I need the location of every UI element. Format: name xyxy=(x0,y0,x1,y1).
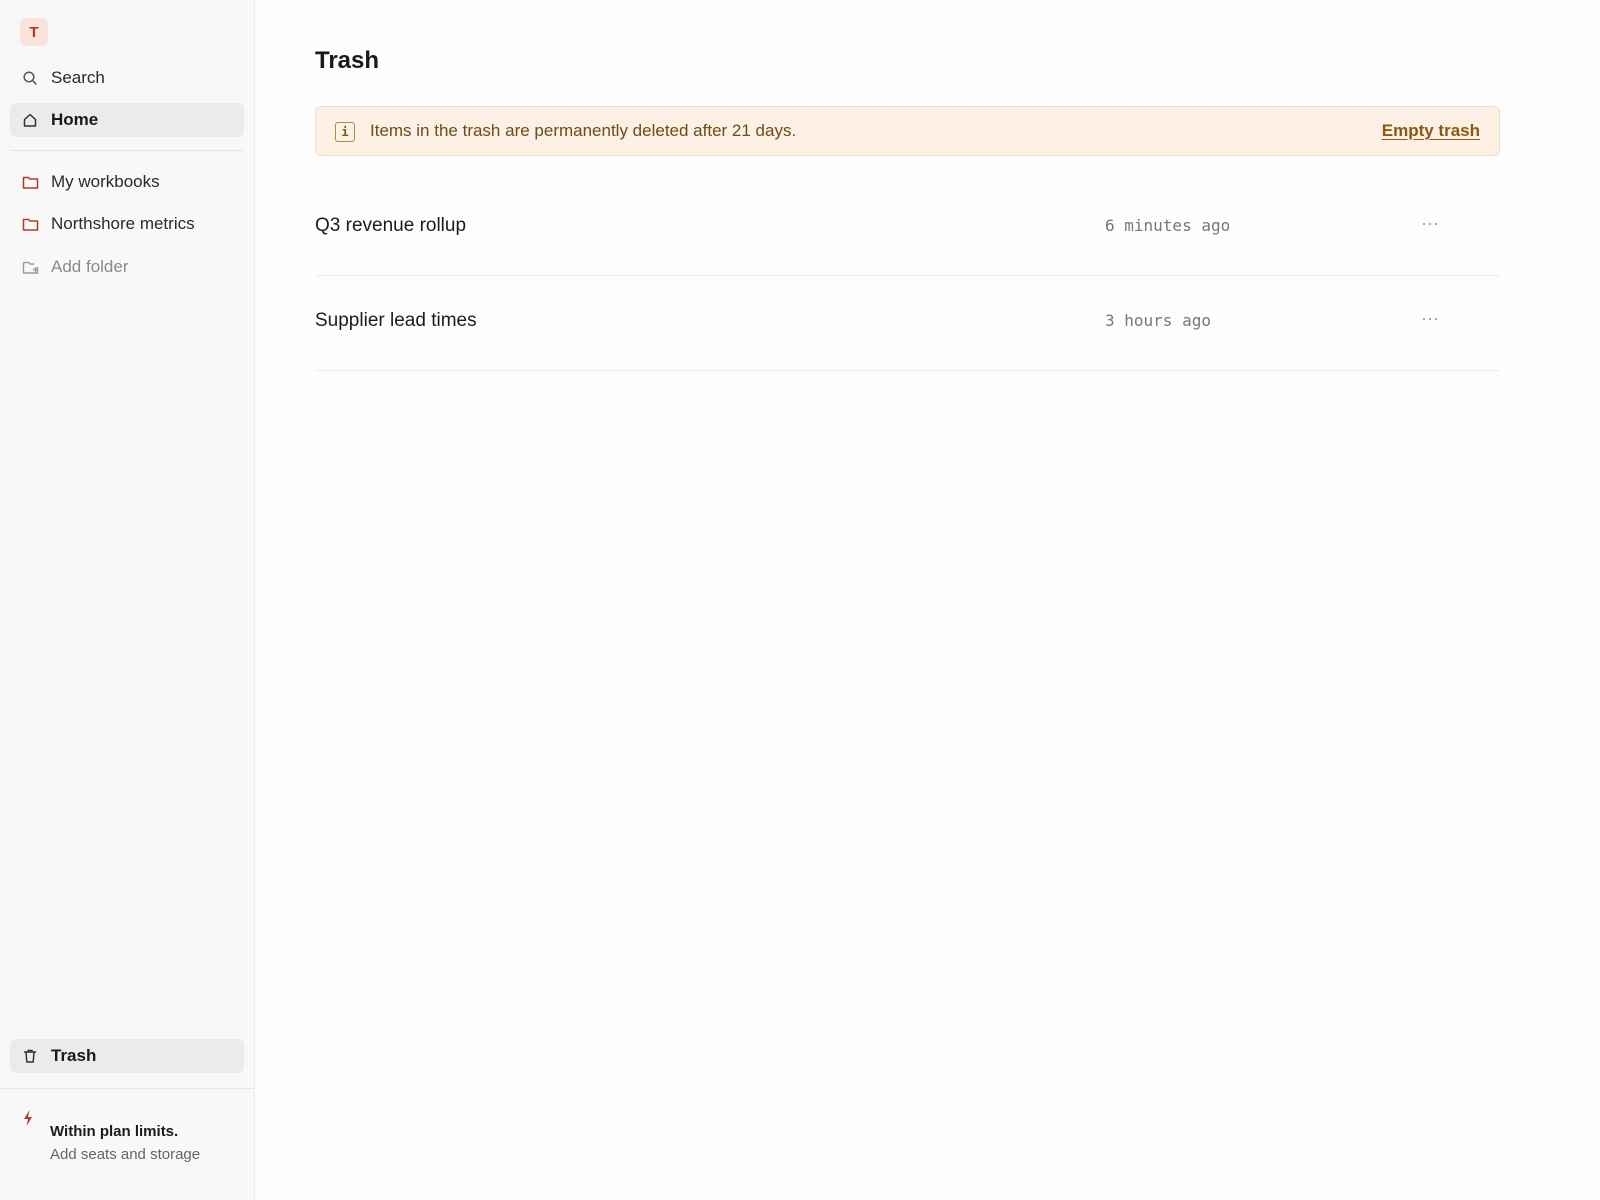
retention-notice-banner: i Items in the trash are permanently del… xyxy=(315,106,1500,156)
more-options-icon[interactable]: ··· xyxy=(1415,211,1445,241)
info-icon: i xyxy=(335,122,355,142)
more-options-icon[interactable]: ··· xyxy=(1415,306,1445,336)
folder-icon xyxy=(20,214,40,234)
item-name[interactable]: Q3 revenue rollup xyxy=(315,215,466,237)
banner-message: Items in the trash are permanently delet… xyxy=(370,121,797,140)
app-root: T Search Home My workbooks Northshore me… xyxy=(0,0,1600,1200)
sidebar-item-label: Home xyxy=(51,110,99,129)
sidebar-item-label: Search xyxy=(51,68,105,87)
add-folder-button[interactable]: Add folder xyxy=(10,250,244,284)
search-icon xyxy=(20,68,40,88)
table-row[interactable]: Supplier lead times 3 hours ago ··· xyxy=(315,276,1500,371)
item-deleted-time: 6 minutes ago xyxy=(1105,216,1231,235)
sidebar-item-label: Northshore metrics xyxy=(51,214,195,233)
sidebar-item-home[interactable]: Home xyxy=(10,103,244,137)
sidebar-divider xyxy=(10,150,244,151)
sidebar-item-search[interactable]: Search xyxy=(10,61,244,95)
plan-upgrade-link[interactable]: Add seats and storage xyxy=(50,1146,200,1163)
folder-plus-icon xyxy=(20,257,40,277)
sidebar: T Search Home My workbooks Northshore me… xyxy=(0,0,255,1200)
home-icon xyxy=(20,110,40,130)
plan-status-title: Within plan limits. xyxy=(50,1123,179,1140)
folder-icon xyxy=(20,172,40,192)
sidebar-item-trash[interactable]: Trash xyxy=(10,1039,244,1073)
sidebar-item-label: My workbooks xyxy=(51,172,160,191)
empty-trash-button[interactable]: Empty trash xyxy=(1382,121,1480,141)
sidebar-item-label: Trash xyxy=(51,1046,97,1065)
item-deleted-time: 3 hours ago xyxy=(1105,311,1211,330)
workspace-avatar[interactable]: T xyxy=(20,18,48,46)
main-content: Trash i Items in the trash are permanent… xyxy=(255,0,1600,1200)
trash-icon xyxy=(20,1046,40,1066)
sidebar-item-my-workbooks[interactable]: My workbooks xyxy=(10,165,244,199)
page-title: Trash xyxy=(315,47,380,74)
item-name[interactable]: Supplier lead times xyxy=(315,310,477,332)
sidebar-item-label: Add folder xyxy=(51,257,129,276)
lightning-icon xyxy=(21,1109,35,1127)
sidebar-item-northshore-metrics[interactable]: Northshore metrics xyxy=(10,207,244,241)
plan-status[interactable]: Within plan limits. Add seats and storag… xyxy=(0,1088,254,1200)
table-row[interactable]: Q3 revenue rollup 6 minutes ago ··· xyxy=(315,181,1500,276)
